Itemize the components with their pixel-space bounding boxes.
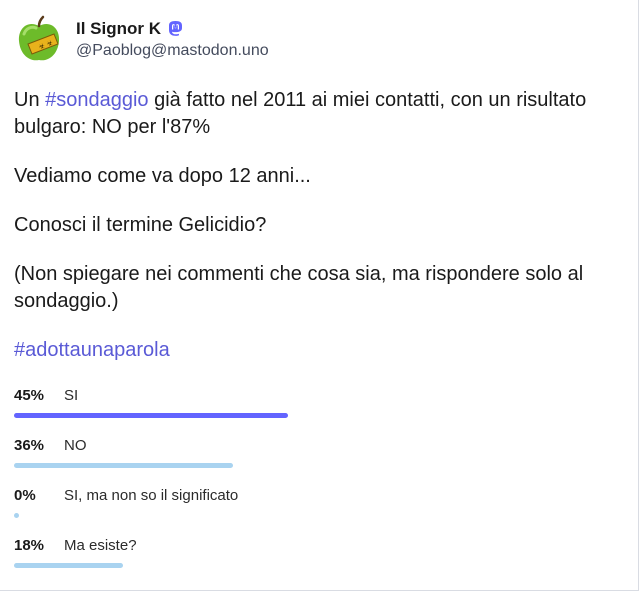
poll-option-bar [14, 413, 288, 418]
poll-option-label: Ma esiste? [64, 536, 137, 554]
post-paragraph: Un #sondaggio già fatto nel 2011 ai miei… [14, 87, 624, 141]
poll-option-bar [14, 463, 233, 468]
poll-option: 18% Ma esiste? [14, 532, 614, 582]
poll-option-label: SI [64, 386, 79, 404]
post-paragraph: Conosci il termine Gelicidio? [14, 212, 624, 239]
post-paragraph: Vediamo come va dopo 12 anni... [14, 163, 624, 190]
mastodon-icon [167, 20, 184, 38]
hashtag-link[interactable]: #sondaggio [45, 89, 148, 111]
poll-option: 45% SI [14, 382, 614, 432]
poll: 45% SI 36% NO 0% SI, ma non so il significato… [14, 382, 614, 582]
post-header: ☣ ☣ Il Signor K @Paoblog@mastodon.uno [14, 14, 269, 64]
poll-option-percent: 36% [14, 436, 45, 454]
post-text: Un [14, 89, 46, 111]
green-apple-avatar-icon: ☣ ☣ [14, 14, 64, 64]
avatar[interactable]: ☣ ☣ [14, 14, 64, 64]
post-text: Vediamo come va dopo 12 anni... [14, 165, 311, 187]
hashtag-link[interactable]: #adottaunaparola [14, 339, 170, 361]
post-card: ☣ ☣ Il Signor K @Paoblog@mastodon.uno Un… [0, 0, 639, 591]
poll-option-bar [14, 563, 123, 568]
post-paragraph: #adottaunaparola [14, 337, 624, 364]
poll-option-percent: 0% [14, 486, 36, 504]
poll-option-bar [14, 513, 19, 518]
poll-option: 0% SI, ma non so il significato [14, 482, 614, 532]
display-name[interactable]: Il Signor K [76, 19, 161, 39]
poll-option: 36% NO [14, 432, 614, 482]
account-handle[interactable]: @Paoblog@mastodon.uno [76, 42, 269, 60]
post-text: (Non spiegare nei commenti che cosa sia,… [14, 263, 584, 312]
poll-option-percent: 18% [14, 536, 45, 554]
post-content: Un #sondaggio già fatto nel 2011 ai miei… [14, 87, 624, 386]
post-text: Conosci il termine Gelicidio? [14, 214, 267, 236]
post-paragraph: (Non spiegare nei commenti che cosa sia,… [14, 261, 624, 315]
poll-option-label: SI, ma non so il significato [64, 486, 239, 504]
poll-option-label: NO [64, 436, 87, 454]
poll-option-percent: 45% [14, 386, 45, 404]
